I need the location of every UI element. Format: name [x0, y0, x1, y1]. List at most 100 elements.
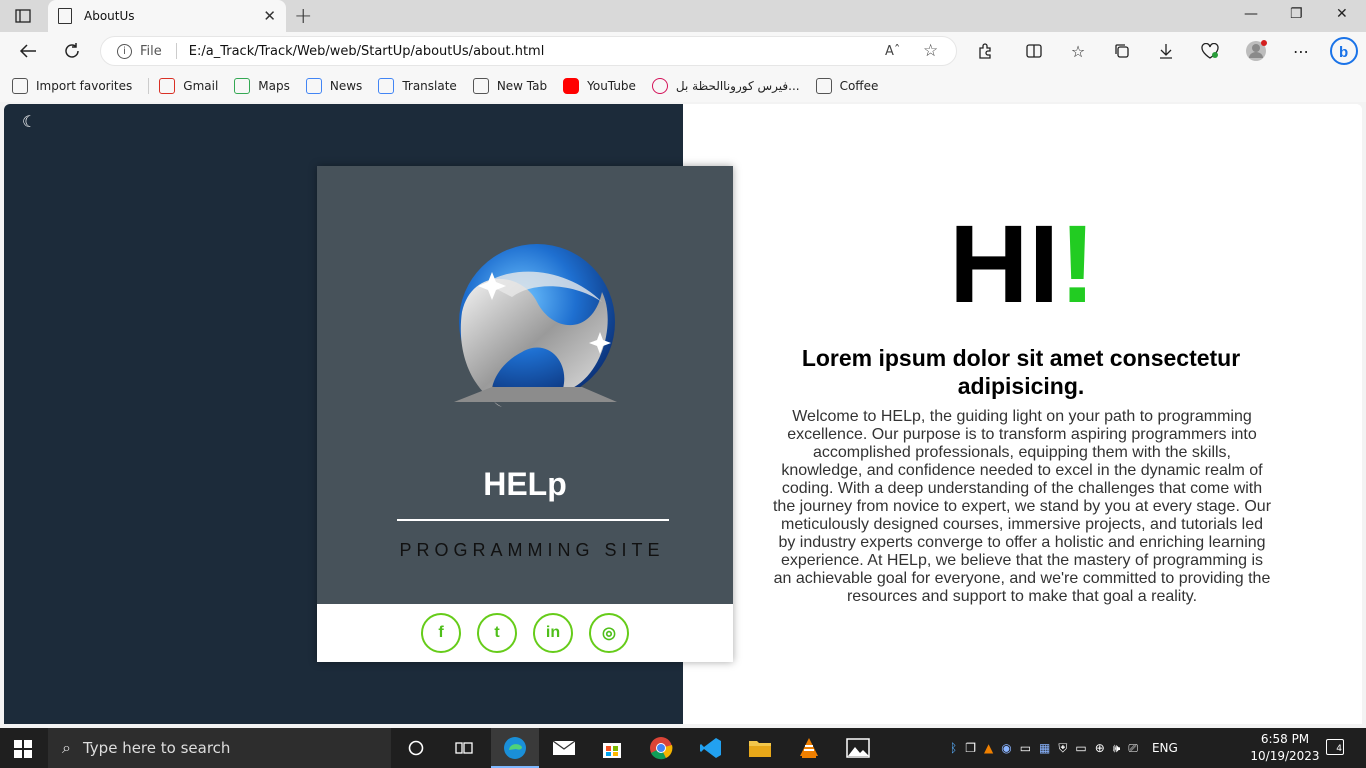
favorite-item[interactable]: Gmail	[159, 78, 218, 94]
gmail-icon	[159, 78, 176, 94]
browser-essentials-icon[interactable]	[1199, 40, 1221, 62]
clock-time: 6:58 PM	[1260, 732, 1310, 746]
vlc-tray-icon[interactable]: ▲	[984, 741, 993, 755]
favorite-item[interactable]: YouTube	[563, 78, 636, 94]
system-tray: ᛒ ❐ ▲ ◉ ▭ ▦ ⛨ ▭ ⊕ 🕪 ⎚ ENG	[950, 728, 1178, 768]
favorite-item[interactable]: فيرس كوروناالحظة بل...	[651, 78, 800, 94]
favorite-item[interactable]: Translate	[378, 78, 457, 94]
target-icon	[651, 78, 668, 94]
favorite-label: YouTube	[587, 79, 636, 93]
card-divider	[397, 519, 669, 521]
headline: Lorem ipsum dolor sit amet consectetur a…	[801, 345, 1241, 399]
hero-exclamation: !	[1059, 203, 1096, 326]
favorite-label: Maps	[258, 79, 290, 93]
card-subtitle: PROGRAMMING SITE	[399, 540, 665, 560]
favorite-item[interactable]: New Tab	[472, 78, 548, 94]
edge-icon[interactable]	[501, 734, 529, 762]
close-window-button[interactable]: ✕	[1336, 6, 1348, 22]
vscode-icon[interactable]	[697, 734, 725, 762]
search-icon: ⌕	[62, 738, 71, 757]
page-icon	[472, 78, 489, 94]
favorite-star-icon[interactable]: ☆	[923, 41, 938, 61]
favorite-label: Translate	[402, 79, 457, 93]
favorite-label: News	[329, 79, 363, 93]
back-icon[interactable]	[17, 40, 39, 62]
address-url[interactable]: E:/a_Track/Track/Web/web/StartUp/aboutUs…	[189, 44, 545, 59]
monitor-icon[interactable]: ▭	[1020, 741, 1031, 755]
bluetooth-icon[interactable]: ᛒ	[950, 741, 957, 755]
read-aloud-icon[interactable]: Aˆ	[885, 44, 900, 59]
right-pane: HI! Lorem ipsum dolor sit amet consectet…	[683, 104, 1362, 724]
profile-avatar[interactable]	[1245, 40, 1267, 62]
favorites-divider	[148, 78, 150, 94]
restore-button[interactable]: ❐	[1290, 6, 1303, 22]
page-icon	[58, 8, 72, 24]
import-icon	[12, 78, 28, 94]
tab-actions-icon[interactable]	[8, 6, 38, 26]
notification-center-icon[interactable]: 4	[1326, 739, 1344, 755]
network-app-icon[interactable]: ▦	[1039, 741, 1050, 755]
globe-logo-icon	[454, 244, 617, 407]
favorites-bar: Import favorites Gmail Maps News Translate Ne…	[0, 70, 1366, 102]
address-bar[interactable]: i File E:/a_Track/Track/Web/web/StartUp/…	[100, 36, 957, 66]
tab-aboutus[interactable]: AboutUs ✕	[48, 0, 286, 32]
info-icon[interactable]: i	[117, 43, 132, 59]
taskbar-search[interactable]: ⌕ Type here to search	[48, 728, 391, 768]
file-explorer-icon[interactable]	[746, 734, 774, 762]
bing-copilot-icon[interactable]: b	[1330, 37, 1358, 65]
favorite-item[interactable]: News	[305, 78, 363, 94]
photos-icon[interactable]	[844, 734, 872, 762]
vlc-icon[interactable]	[795, 734, 823, 762]
page-icon	[815, 78, 832, 94]
meet-now-icon[interactable]: ⎚	[1128, 741, 1138, 756]
address-scheme: File	[140, 43, 162, 59]
split-screen-icon[interactable]	[1023, 40, 1045, 62]
twitter-icon[interactable]: t	[477, 613, 517, 653]
chrome-icon[interactable]	[647, 734, 675, 762]
cortana-icon[interactable]	[402, 734, 430, 762]
favorites-icon[interactable]: ☆	[1067, 40, 1089, 62]
facebook-icon[interactable]: f	[421, 613, 461, 653]
translate-icon	[378, 78, 395, 94]
downloads-icon[interactable]	[1155, 40, 1177, 62]
tab-close-icon[interactable]: ✕	[263, 7, 276, 25]
minimize-button[interactable]: —	[1244, 6, 1258, 22]
globe-network-icon[interactable]: ⊕	[1095, 741, 1105, 755]
extensions-icon[interactable]	[974, 40, 996, 62]
favorite-item[interactable]: Coffee	[815, 78, 878, 94]
volume-icon[interactable]: 🕪	[1113, 741, 1121, 756]
social-links: f t in ◎	[317, 604, 733, 662]
profile-card: HELp PROGRAMMING SITE	[317, 166, 733, 662]
moon-icon[interactable]: ☾	[22, 112, 36, 131]
refresh-icon[interactable]	[61, 40, 83, 62]
mail-icon[interactable]	[550, 734, 578, 762]
more-options-icon[interactable]: ⋯	[1290, 40, 1312, 62]
linkedin-icon[interactable]: in	[533, 613, 573, 653]
about-body-text: Welcome to HELp, the guiding light on yo…	[772, 408, 1272, 605]
favorite-item[interactable]: Import favorites	[12, 78, 132, 94]
copy-icon[interactable]: ❐	[965, 741, 976, 755]
instagram-icon[interactable]: ◎	[589, 613, 629, 653]
favorite-item[interactable]: Maps	[234, 78, 290, 94]
clock-date: 10/19/2023	[1250, 749, 1320, 763]
language-indicator[interactable]: ENG	[1152, 741, 1178, 755]
task-view-icon[interactable]	[450, 734, 478, 762]
tray-app-icon[interactable]: ◉	[1001, 741, 1011, 755]
browser-tab-bar: AboutUs ✕ + — ❐ ✕	[0, 0, 1366, 32]
tab-title: AboutUs	[84, 9, 135, 23]
web-page: ☾ HI! Lorem ipsum dolor sit amet consect…	[4, 104, 1362, 724]
card-title: HELp	[483, 466, 567, 502]
taskbar-search-placeholder: Type here to search	[82, 739, 231, 757]
favorite-label: Gmail	[183, 79, 219, 93]
battery-icon[interactable]: ▭	[1075, 741, 1086, 755]
windows-start-icon[interactable]	[14, 740, 32, 758]
collections-icon[interactable]	[1111, 40, 1133, 62]
favorite-label: New Tab	[496, 79, 548, 93]
taskbar-clock[interactable]: 6:58 PM 10/19/2023	[1246, 731, 1324, 765]
new-tab-button[interactable]: +	[294, 4, 312, 29]
favorite-label: فيرس كوروناالحظة بل...	[675, 79, 800, 93]
security-icon[interactable]: ⛨	[1058, 741, 1067, 756]
microsoft-store-icon[interactable]	[598, 734, 626, 762]
hero-title: HI!	[683, 210, 1362, 320]
favorite-label: Import favorites	[36, 79, 133, 93]
